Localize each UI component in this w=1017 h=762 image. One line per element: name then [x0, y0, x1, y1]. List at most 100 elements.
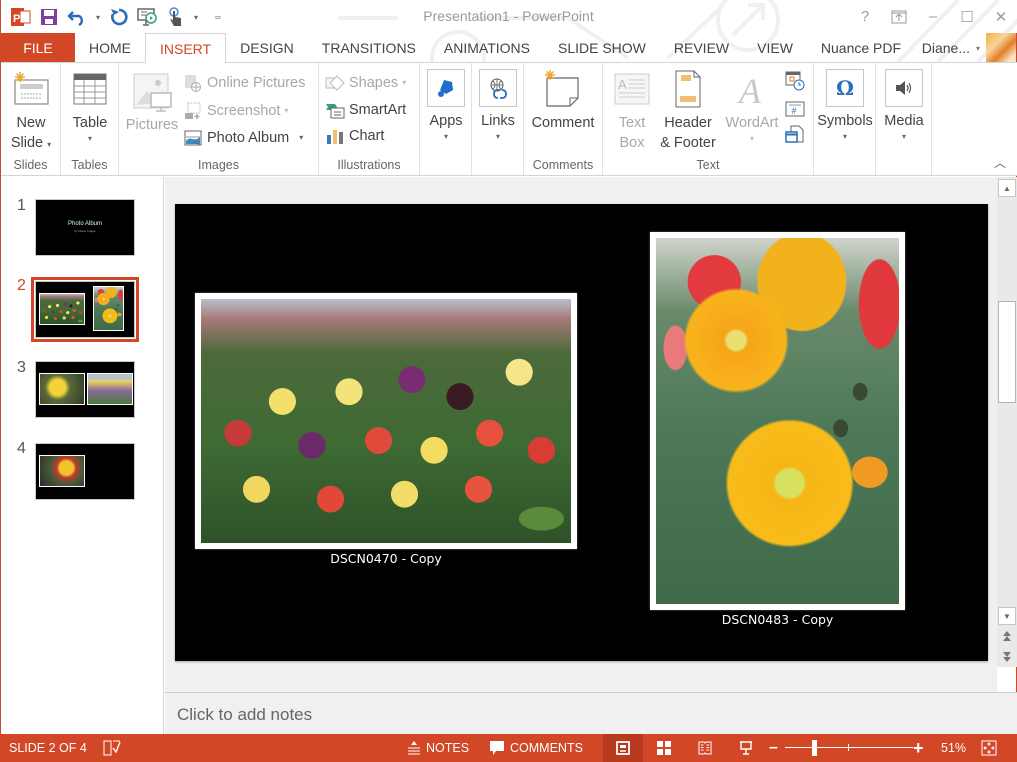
slide-sorter-view-button[interactable]	[651, 734, 677, 762]
tab-transitions[interactable]: TRANSITIONS	[308, 33, 430, 63]
thumb-3-photo-2	[87, 373, 133, 405]
apps-button[interactable]: Apps ▾	[425, 69, 467, 143]
window-controls: ? – ☐ ✕	[848, 0, 1017, 33]
vertical-scrollbar[interactable]: ▲ ▼	[997, 177, 1017, 667]
comment-icon	[541, 69, 585, 111]
date-time-button[interactable]	[785, 69, 805, 93]
group-links: Links ▾	[472, 63, 524, 175]
svg-text:A: A	[737, 71, 762, 107]
avatar[interactable]	[986, 33, 1016, 63]
photo-poppies[interactable]	[650, 232, 905, 610]
notes-pane[interactable]: Click to add notes	[165, 692, 1017, 734]
previous-slide-button[interactable]	[997, 626, 1017, 646]
object-button[interactable]	[785, 123, 805, 147]
normal-view-button[interactable]	[603, 734, 643, 762]
tab-review[interactable]: REVIEW	[660, 33, 743, 63]
slide-thumbnail-4[interactable]	[35, 443, 135, 500]
group-symbols: Ω Symbols ▾	[814, 63, 876, 175]
slide-thumbnail-2[interactable]	[31, 277, 139, 342]
poppies-image	[656, 238, 899, 604]
table-button[interactable]: Table ▾	[67, 69, 113, 145]
thumb-4-photo-1	[39, 455, 85, 487]
symbols-button[interactable]: Ω Symbols ▾	[816, 69, 874, 143]
screenshot-button[interactable]: Screenshot ▾	[183, 99, 288, 123]
pictures-button[interactable]: Pictures	[123, 69, 181, 135]
screenshot-icon	[183, 101, 203, 121]
tab-home[interactable]: HOME	[75, 33, 145, 63]
scroll-thumb[interactable]	[998, 301, 1016, 403]
slide-show-view-button[interactable]	[734, 734, 758, 762]
slide-thumbnail-1[interactable]: Photo Album by Diane Image	[35, 199, 135, 256]
collapse-ribbon-icon[interactable]: ︿	[994, 154, 1006, 171]
tab-design[interactable]: DESIGN	[226, 33, 308, 63]
current-slide[interactable]: DSCN0470 - Copy DSCN0483 - Copy	[175, 204, 988, 661]
tab-animations[interactable]: ANIMATIONS	[430, 33, 544, 63]
new-slide-button[interactable]: New Slide ▾	[7, 69, 55, 153]
tab-slide-show[interactable]: SLIDE SHOW	[544, 33, 660, 63]
symbols-dropdown-icon: ▾	[842, 132, 847, 141]
spell-check-icon[interactable]	[103, 734, 121, 762]
ribbon-display-options-button[interactable]	[882, 0, 916, 33]
photo-caption-1[interactable]: DSCN0470 - Copy	[195, 551, 577, 566]
comments-toggle-button[interactable]: COMMENTS	[489, 734, 583, 762]
chart-button[interactable]: Chart	[325, 124, 384, 148]
photo-album-icon	[183, 128, 203, 148]
help-button[interactable]: ?	[848, 0, 882, 33]
slide-number-button[interactable]: #	[785, 97, 805, 121]
close-button[interactable]: ✕	[984, 0, 1017, 33]
text-box-button[interactable]: A Text Box	[609, 69, 655, 153]
group-comments: Comment Comments	[524, 63, 603, 175]
zoom-in-button[interactable]: +	[913, 734, 924, 762]
fit-slide-button[interactable]	[981, 734, 997, 762]
pictures-icon	[130, 69, 174, 115]
shapes-dropdown-icon: ▾	[402, 78, 407, 87]
scroll-up-button[interactable]: ▲	[998, 179, 1016, 197]
omega-icon: Ω	[826, 69, 864, 107]
header-footer-button[interactable]: Header & Footer	[655, 69, 721, 153]
media-button[interactable]: Media ▾	[880, 69, 928, 143]
zoom-level[interactable]: 51%	[941, 734, 966, 762]
minimize-button[interactable]: –	[916, 0, 950, 33]
photo-tulips[interactable]	[195, 293, 577, 549]
thumb-2-photo-1	[39, 293, 85, 325]
scroll-down-button[interactable]: ▼	[998, 607, 1016, 625]
next-slide-button[interactable]	[997, 647, 1017, 667]
zoom-out-button[interactable]: –	[769, 734, 778, 762]
zoom-slider-track[interactable]	[785, 747, 913, 748]
user-account[interactable]: Diane... ▾	[922, 33, 1017, 63]
slide-number-4: 4	[17, 440, 26, 457]
group-label-tables: Tables	[71, 158, 108, 172]
ribbon-insert: New Slide ▾ Slides Table ▾ Tables Pictur…	[1, 62, 1017, 176]
notes-placeholder[interactable]: Click to add notes	[177, 705, 312, 725]
svg-text:#: #	[792, 106, 797, 116]
comment-button[interactable]: Comment	[528, 69, 598, 133]
smartart-button[interactable]: SmartArt	[325, 98, 406, 122]
tab-file[interactable]: FILE	[1, 33, 75, 63]
links-dropdown-icon: ▾	[495, 132, 500, 141]
notes-toggle-button[interactable]: NOTES	[407, 734, 469, 762]
photo-album-button[interactable]: Photo Album ▾	[183, 126, 303, 150]
slide-thumbnail-3[interactable]	[35, 361, 135, 418]
links-button[interactable]: Links ▾	[477, 69, 519, 143]
reading-view-button[interactable]	[693, 734, 717, 762]
zoom-slider-thumb[interactable]	[812, 740, 818, 756]
tab-nuance-pdf[interactable]: Nuance PDF	[807, 33, 915, 63]
wordart-button[interactable]: A WordArt ▾	[721, 69, 783, 145]
thumb-1-title: Photo Album	[67, 221, 103, 227]
smartart-icon	[325, 100, 345, 120]
zoom-slider-center-tick	[848, 744, 849, 751]
shapes-button[interactable]: Shapes ▾	[325, 71, 406, 95]
tab-view[interactable]: VIEW	[743, 33, 807, 63]
apps-dropdown-icon: ▾	[443, 132, 448, 141]
maximize-button[interactable]: ☐	[950, 0, 984, 33]
tulips-image	[201, 299, 571, 543]
double-down-arrow-icon	[1003, 652, 1011, 662]
links-icon	[479, 69, 517, 107]
tab-insert[interactable]: INSERT	[145, 33, 227, 64]
photo-caption-2[interactable]: DSCN0483 - Copy	[650, 612, 905, 627]
group-tables: Table ▾ Tables	[61, 63, 119, 175]
notes-icon	[408, 741, 420, 755]
normal-view-icon	[616, 741, 630, 755]
online-pictures-button[interactable]: Online Pictures	[183, 71, 305, 95]
slide-editor: DSCN0470 - Copy DSCN0483 - Copy	[165, 177, 997, 692]
